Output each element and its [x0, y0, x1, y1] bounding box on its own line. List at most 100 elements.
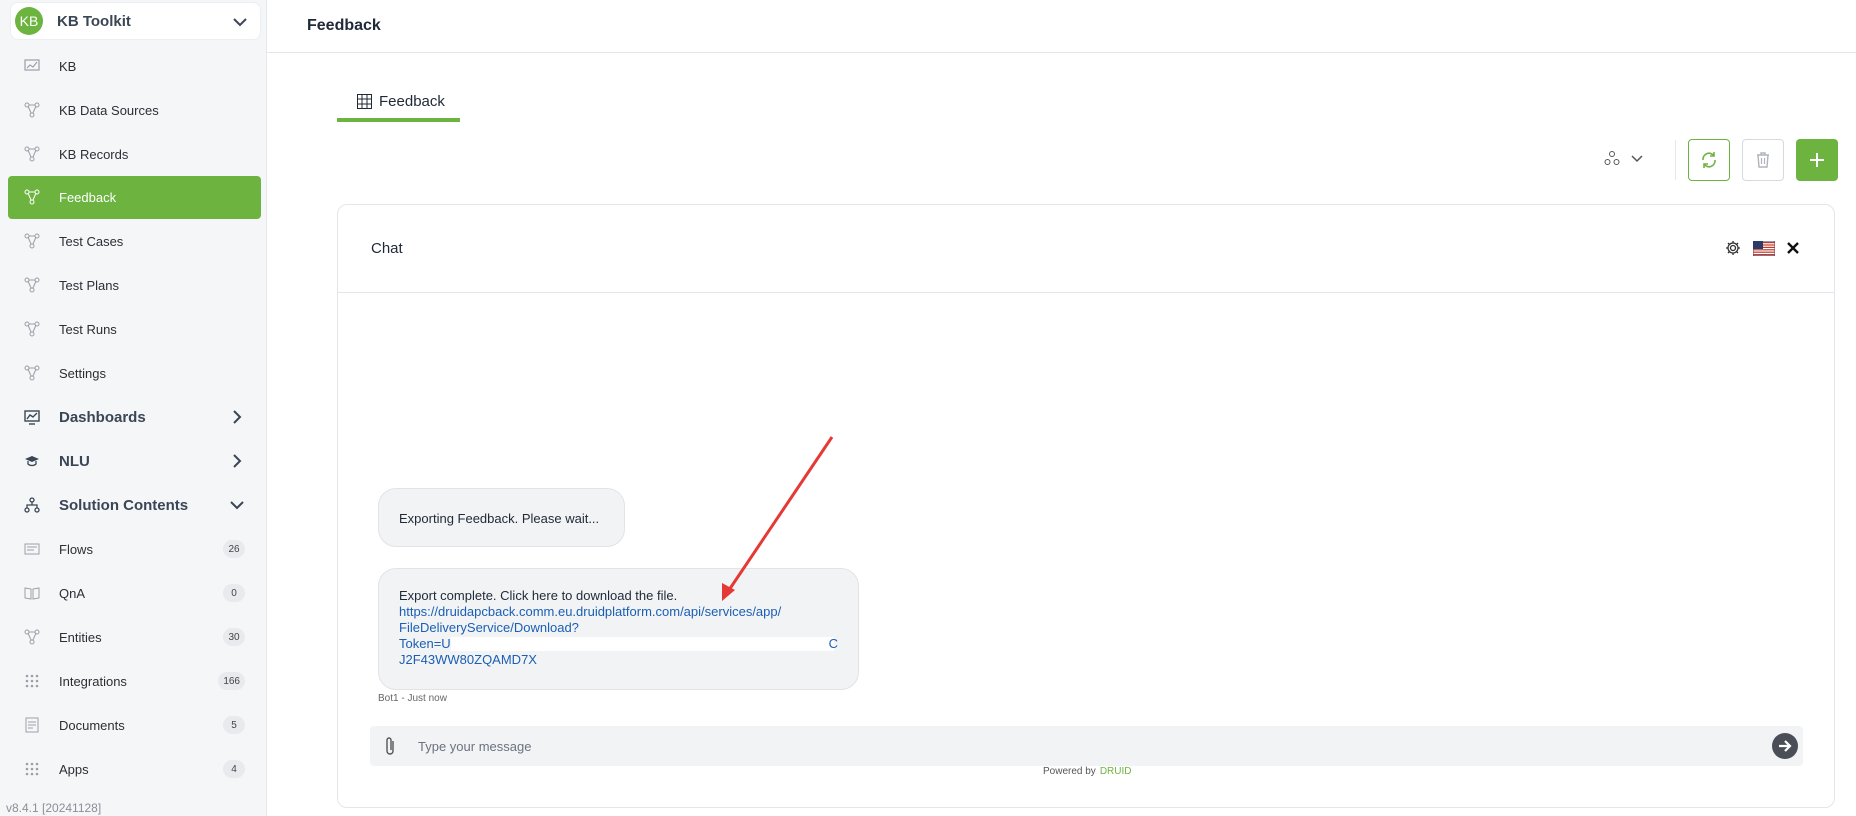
graph-icon	[24, 189, 40, 205]
sidebar-section-dashboards[interactable]: Dashboards	[8, 396, 261, 438]
chart-icon	[24, 59, 40, 71]
count-badge: 30	[223, 628, 245, 646]
count-badge: 26	[223, 540, 245, 558]
sidebar-section-solution-contents[interactable]: Solution Contents	[8, 484, 261, 526]
sidebar-item-test-runs[interactable]: Test Runs	[8, 308, 261, 350]
token-suffix: C	[828, 636, 838, 651]
message-input[interactable]	[418, 734, 1718, 758]
count-badge: 166	[218, 672, 245, 690]
app-title: KB Toolkit	[57, 12, 131, 30]
graph-icon	[24, 365, 40, 381]
refresh-icon	[1702, 152, 1716, 168]
message-composer	[370, 726, 1803, 766]
trash-icon	[1757, 152, 1769, 168]
sidebar-item-integrations[interactable]: Integrations 166	[8, 660, 261, 702]
graph-icon	[24, 102, 40, 118]
page-title: Feedback	[307, 17, 381, 34]
download-link[interactable]: https://druidapcback.comm.eu.druidplatfo…	[399, 604, 838, 620]
sidebar-item-label: KB Data Sources	[59, 102, 159, 118]
refresh-button[interactable]	[1688, 139, 1730, 181]
sidebar-section-label: Solution Contents	[59, 496, 189, 514]
powered-by: Powered by DRUID	[1043, 766, 1131, 777]
plus-icon	[1810, 153, 1824, 167]
grid-dots-icon	[25, 762, 39, 776]
sidebar-item-label: Test Runs	[59, 321, 117, 337]
sidebar-item-apps[interactable]: Apps 4	[8, 748, 261, 790]
sidebar-item-test-cases[interactable]: Test Cases	[8, 220, 261, 262]
flow-icon	[24, 543, 40, 555]
sidebar-item-label: KB Records	[59, 146, 129, 162]
delete-button[interactable]	[1742, 139, 1784, 181]
tab-label: Feedback	[379, 92, 445, 110]
hierarchy-icon	[1604, 151, 1620, 165]
sidebar-item-label: Test Cases	[59, 233, 124, 249]
tab-feedback[interactable]: Feedback	[337, 84, 460, 122]
paperclip-icon[interactable]	[383, 736, 397, 756]
sidebar-item-kb-data-sources[interactable]: KB Data Sources	[8, 89, 261, 131]
chat-title: Chat	[371, 240, 403, 257]
app-switcher[interactable]: KB KB Toolkit	[10, 2, 261, 40]
graph-icon	[24, 321, 40, 337]
send-icon[interactable]	[1771, 732, 1799, 760]
sidebar-item-documents[interactable]: Documents 5	[8, 704, 261, 746]
powered-by-text: Powered by	[1043, 766, 1096, 777]
toolbar-divider	[1675, 140, 1676, 180]
grid-dots-icon	[25, 674, 39, 688]
sidebar-item-entities[interactable]: Entities 30	[8, 616, 261, 658]
download-link-line[interactable]: J2F43WW80ZQAMD7X	[399, 652, 838, 668]
chevron-down-icon	[230, 501, 244, 510]
redaction-bar	[451, 637, 834, 651]
sidebar-item-label: Flows	[59, 541, 93, 557]
sidebar-item-label: Entities	[59, 629, 102, 645]
book-icon	[24, 587, 40, 600]
sidebar-item-settings[interactable]: Settings	[8, 352, 261, 394]
sidebar-item-label: Test Plans	[59, 277, 119, 293]
message-text: Exporting Feedback. Please wait...	[399, 511, 600, 526]
message-text: Export complete. Click here to download …	[399, 588, 678, 603]
sidebar-item-flows[interactable]: Flows 26	[8, 528, 261, 570]
avatar: KB	[15, 7, 43, 35]
graph-icon	[24, 146, 40, 162]
graph-icon	[24, 629, 40, 645]
sidebar-item-test-plans[interactable]: Test Plans	[8, 264, 261, 306]
graph-icon	[24, 277, 40, 293]
hierarchy-icon	[24, 497, 40, 513]
graduation-cap-icon	[25, 456, 39, 467]
gear-icon[interactable]	[1725, 240, 1741, 256]
us-flag-icon[interactable]	[1753, 241, 1775, 256]
sidebar-item-qna[interactable]: QnA 0	[8, 572, 261, 614]
chat-header: Chat	[338, 205, 1834, 293]
count-badge: 5	[223, 716, 245, 734]
count-badge: 4	[223, 760, 245, 778]
download-link-token[interactable]: Token=U C	[399, 636, 838, 652]
header-divider	[267, 52, 1856, 53]
brand-name: DRUID	[1099, 766, 1132, 777]
token-prefix: Token=U	[399, 636, 451, 651]
view-selector[interactable]	[1604, 146, 1654, 170]
sidebar-item-label: Documents	[59, 717, 125, 733]
sidebar-item-kb-records[interactable]: KB Records	[8, 133, 261, 175]
download-link-line[interactable]: FileDeliveryService/Download?	[399, 620, 838, 636]
sidebar-item-label: QnA	[59, 585, 86, 601]
chevron-down-icon	[1631, 155, 1643, 163]
table-icon	[357, 93, 372, 109]
graph-icon	[24, 233, 40, 249]
sidebar-section-nlu[interactable]: NLU	[8, 440, 261, 482]
chat-message-bot: Export complete. Click here to download …	[378, 568, 859, 690]
sidebar-item-label: Apps	[59, 761, 89, 777]
chevron-right-icon	[233, 410, 242, 424]
sidebar-item-kb[interactable]: KB	[8, 45, 261, 87]
sidebar-item-label: Settings	[59, 365, 106, 381]
chevron-down-icon[interactable]	[232, 14, 248, 30]
document-icon	[25, 717, 39, 733]
close-icon[interactable]	[1786, 241, 1800, 255]
chevron-right-icon	[233, 454, 242, 468]
sidebar-item-label: Feedback	[59, 190, 117, 205]
sidebar-section-label: NLU	[59, 452, 90, 470]
chat-panel: Chat Exporting Feedback. Please wait... …	[337, 204, 1835, 808]
count-badge: 0	[223, 584, 245, 602]
sidebar-item-label: Integrations	[59, 673, 127, 689]
sidebar-item-feedback[interactable]: Feedback	[8, 176, 261, 219]
add-button[interactable]	[1796, 139, 1838, 181]
dashboard-icon	[24, 410, 40, 425]
